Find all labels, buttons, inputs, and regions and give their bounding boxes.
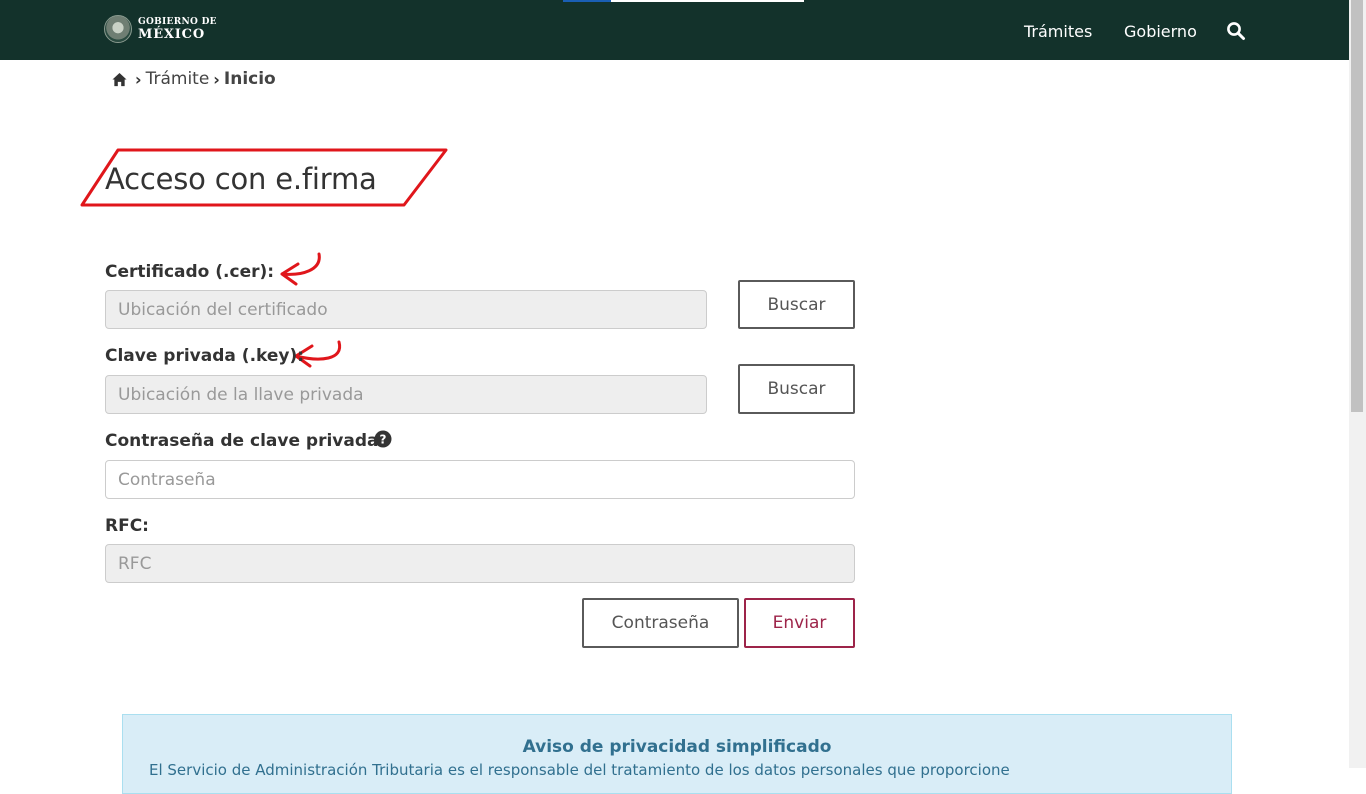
question-circle-icon[interactable]: ? [374, 430, 392, 448]
logo-line1: GOBIERNO DE [138, 17, 217, 27]
password-placeholder: Contraseña [118, 469, 216, 490]
certificate-field: Ubicación del certificado [105, 290, 707, 329]
breadcrumb-separator: › [213, 69, 220, 89]
accent-bar-blue [563, 0, 611, 2]
nav-tramites-link[interactable]: Trámites [1024, 22, 1092, 41]
breadcrumb-current: Inicio [223, 69, 276, 89]
page-title: Acceso con e.firma [105, 162, 377, 196]
breadcrumb-tramite-link[interactable]: Trámite [146, 69, 210, 89]
private-key-browse-button[interactable]: Buscar [738, 364, 855, 414]
national-seal-icon [104, 15, 132, 43]
rfc-placeholder: RFC [118, 553, 152, 574]
gobierno-mexico-logo[interactable]: GOBIERNO DE MÉXICO [104, 14, 217, 46]
private-key-field: Ubicación de la llave privada [105, 375, 707, 414]
password-label: Contraseña de clave privada: [105, 431, 386, 451]
breadcrumb: › Trámite › Inicio [112, 68, 276, 90]
breadcrumb-separator: › [135, 69, 142, 89]
rfc-label: RFC: [105, 516, 149, 536]
rfc-field: RFC [105, 544, 855, 583]
certificate-label: Certificado (.cer): [105, 262, 275, 282]
page-scrollbar[interactable] [1349, 0, 1366, 768]
privacy-notice-text: El Servicio de Administración Tributaria… [149, 761, 1010, 779]
certificate-placeholder: Ubicación del certificado [118, 299, 328, 320]
private-key-label: Clave privada (.key): [105, 346, 305, 366]
privacy-notice-title: Aviso de privacidad simplificado [522, 737, 832, 757]
submit-button[interactable]: Enviar [744, 598, 855, 648]
accent-bar-white [611, 0, 804, 2]
private-key-placeholder: Ubicación de la llave privada [118, 384, 364, 405]
password-input[interactable]: Contraseña [105, 460, 855, 499]
certificate-arrow [280, 252, 321, 286]
home-icon[interactable] [112, 72, 127, 87]
top-navbar: GOBIERNO DE MÉXICO Trámites Gobierno [0, 0, 1349, 60]
certificate-browse-button[interactable]: Buscar [738, 280, 855, 329]
search-icon[interactable] [1226, 21, 1246, 41]
privacy-notice-panel: Aviso de privacidad simplificado El Serv… [122, 714, 1232, 794]
password-login-button[interactable]: Contraseña [582, 598, 739, 648]
logo-line2: MÉXICO [138, 27, 205, 42]
svg-text:?: ? [380, 433, 387, 447]
scrollbar-thumb[interactable] [1351, 0, 1363, 412]
nav-gobierno-link[interactable]: Gobierno [1124, 22, 1197, 41]
